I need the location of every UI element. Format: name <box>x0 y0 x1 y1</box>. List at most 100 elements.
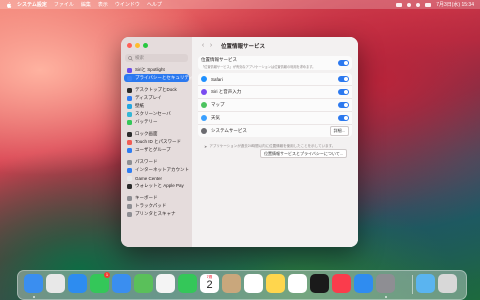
sidebar-item-icon <box>127 95 132 101</box>
main-pane: ‹ › 位置情報サービス 位置情報サービス 「位置情報サービス」が有効なアプリケ… <box>192 37 358 247</box>
sidebar-item-label: スクリーンセーバ <box>135 111 171 116</box>
sidebar-item-icon <box>127 139 132 145</box>
sidebar-item-label: ウォレットと Apple Pay <box>135 183 184 188</box>
sidebar-item-icon <box>127 203 132 209</box>
app-label: マップ <box>211 102 225 107</box>
running-indicator <box>32 295 35 298</box>
minimize-button[interactable] <box>135 43 140 48</box>
sidebar-item[interactable]: パスワード <box>124 158 189 166</box>
search-field[interactable]: 検索 <box>125 54 188 62</box>
folder-icon[interactable] <box>416 274 435 293</box>
trash-icon[interactable] <box>438 274 457 293</box>
sidebar-item[interactable]: ウォレットと Apple Pay <box>124 182 189 190</box>
sidebar-item-label: ユーザとグループ <box>135 147 171 152</box>
app-row: Safari <box>198 73 352 85</box>
siri-icon <box>201 89 207 95</box>
menu-view[interactable]: 表示 <box>98 1 108 8</box>
maps-icon <box>201 102 207 108</box>
sidebar-item-icon <box>127 67 132 73</box>
notification-badge: 1 <box>104 272 110 278</box>
sidebar-item-icon <box>127 119 132 125</box>
sidebar-item-icon <box>127 167 132 173</box>
location-services-card: 位置情報サービス 「位置情報サービス」が有効なアプリケーションは位置情報の利用を… <box>198 56 352 70</box>
safari-icon[interactable] <box>68 274 87 293</box>
launchpad-icon[interactable] <box>46 274 65 293</box>
calendar-icon[interactable]: 7月 2 <box>200 274 219 293</box>
menu-window[interactable]: ウインドウ <box>115 1 140 8</box>
sidebar-item-label: 壁紙 <box>135 103 144 108</box>
app-row: 天気 <box>198 111 352 124</box>
app-store-icon[interactable] <box>354 274 373 293</box>
sidebar-item[interactable]: 壁紙 <box>124 102 189 110</box>
sidebar-item[interactable]: キーボード <box>124 194 189 202</box>
apple-icon[interactable] <box>6 1 12 8</box>
messages-icon[interactable]: 1 <box>90 272 110 293</box>
location-services-toggle[interactable] <box>338 60 349 66</box>
system-services-details-button[interactable]: 詳細... <box>329 126 349 136</box>
sidebar-item-label: プライバシーとセキュリティ <box>135 75 194 80</box>
search-icon[interactable] <box>416 2 421 7</box>
menu-app-name[interactable]: システム設定 <box>17 1 47 8</box>
notes-icon[interactable] <box>266 274 285 293</box>
photos-icon[interactable] <box>156 274 175 293</box>
clock[interactable]: 7月3日(水) 15:34 <box>436 1 474 8</box>
sidebar-item-icon <box>127 183 132 189</box>
safari-icon <box>201 76 207 82</box>
sidebar-item-icon <box>127 131 132 137</box>
app-location-toggle[interactable] <box>338 115 349 121</box>
sidebar-item-label: Siriと Spotlight <box>135 67 165 72</box>
freeform-icon[interactable] <box>288 274 307 293</box>
mail-icon[interactable] <box>112 274 131 293</box>
zoom-button[interactable] <box>143 43 148 48</box>
app-label: Siri と音声入力 <box>211 89 242 94</box>
sidebar-item[interactable]: デスクトップとDock <box>124 86 189 94</box>
sidebar-item[interactable]: ディスプレイ <box>124 94 189 102</box>
sidebar-item[interactable]: プライバシーとセキュリティ <box>124 74 193 82</box>
sidebar-item[interactable]: Siriと Spotlight <box>124 66 189 74</box>
sidebar-item[interactable]: プリンタとスキャナ <box>124 210 189 218</box>
contacts-icon[interactable] <box>222 274 241 293</box>
menu-edit[interactable]: 編集 <box>81 1 91 8</box>
tv-icon[interactable] <box>310 274 329 293</box>
sidebar-item[interactable]: ユーザとグループ <box>124 146 189 154</box>
sidebar: 検索 Siriと Spotlight プライバシーとセキュリティ デスクトップとDo… <box>121 37 193 247</box>
control-center-icon[interactable] <box>425 2 432 7</box>
weather-icon <box>201 115 207 121</box>
sidebar-item-icon <box>127 111 132 117</box>
sidebar-item[interactable]: ロック画面 <box>124 130 189 138</box>
close-button[interactable] <box>127 43 132 48</box>
menu-file[interactable]: ファイル <box>54 1 74 8</box>
location-services-subtext: 「位置情報サービス」が有効なアプリケーションは位置情報の利用を求めます。 <box>201 65 316 69</box>
sidebar-item[interactable]: インターネットアカウント <box>124 166 189 174</box>
reminders-icon[interactable] <box>244 274 263 293</box>
sidebar-item[interactable]: Touch ID とパスワード <box>124 138 189 146</box>
sidebar-item-icon <box>127 175 132 181</box>
sidebar-item[interactable]: Game Center <box>124 174 189 182</box>
about-location-privacy-button[interactable]: 位置情報サービスとプライバシーについて... <box>260 149 348 158</box>
sidebar-list: Siriと Spotlight プライバシーとセキュリティ デスクトップとDock デ… <box>124 66 193 218</box>
back-button[interactable]: ‹ <box>199 42 207 50</box>
system-settings-icon[interactable] <box>376 274 395 293</box>
dock-separator <box>412 275 413 294</box>
sidebar-item[interactable]: バッテリー <box>124 118 189 126</box>
sidebar-item[interactable]: スクリーンセーバ <box>124 110 189 118</box>
battery-icon[interactable] <box>396 2 403 7</box>
app-location-toggle[interactable] <box>338 89 349 95</box>
forward-button[interactable]: › <box>207 42 215 50</box>
menu-help[interactable]: ヘルプ <box>147 1 162 8</box>
sidebar-item-label: インターネットアカウント <box>135 167 189 172</box>
finder-icon[interactable] <box>24 274 43 293</box>
sidebar-item-icon <box>127 147 132 153</box>
maps-icon[interactable] <box>134 274 153 293</box>
wifi-icon[interactable] <box>407 2 412 7</box>
page-title: 位置情報サービス <box>221 43 266 50</box>
sidebar-item-label: デスクトップとDock <box>135 87 177 92</box>
sidebar-item[interactable]: トラックパッド <box>124 202 189 210</box>
sidebar-item-icon <box>127 87 132 93</box>
app-location-toggle[interactable] <box>338 102 349 108</box>
about-button-wrap: 位置情報サービスとプライバシーについて... <box>260 149 348 158</box>
facetime-icon[interactable] <box>178 274 197 293</box>
apps-card: Safari Siri と音声入力 マップ 天気 システムサービス 詳細... <box>198 73 352 137</box>
app-location-toggle[interactable] <box>338 76 349 82</box>
music-icon[interactable] <box>332 274 351 293</box>
